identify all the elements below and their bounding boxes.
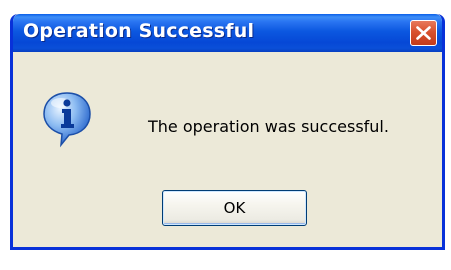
message-dialog: Operation Successful The operation was s… [10,14,445,250]
close-icon [416,26,431,40]
dialog-message: The operation was successful. [148,117,389,136]
window-title: Operation Successful [23,20,255,42]
info-icon [41,90,93,152]
ok-button[interactable]: OK [162,190,307,226]
close-button[interactable] [410,20,437,46]
title-bar[interactable]: Operation Successful [13,14,442,52]
